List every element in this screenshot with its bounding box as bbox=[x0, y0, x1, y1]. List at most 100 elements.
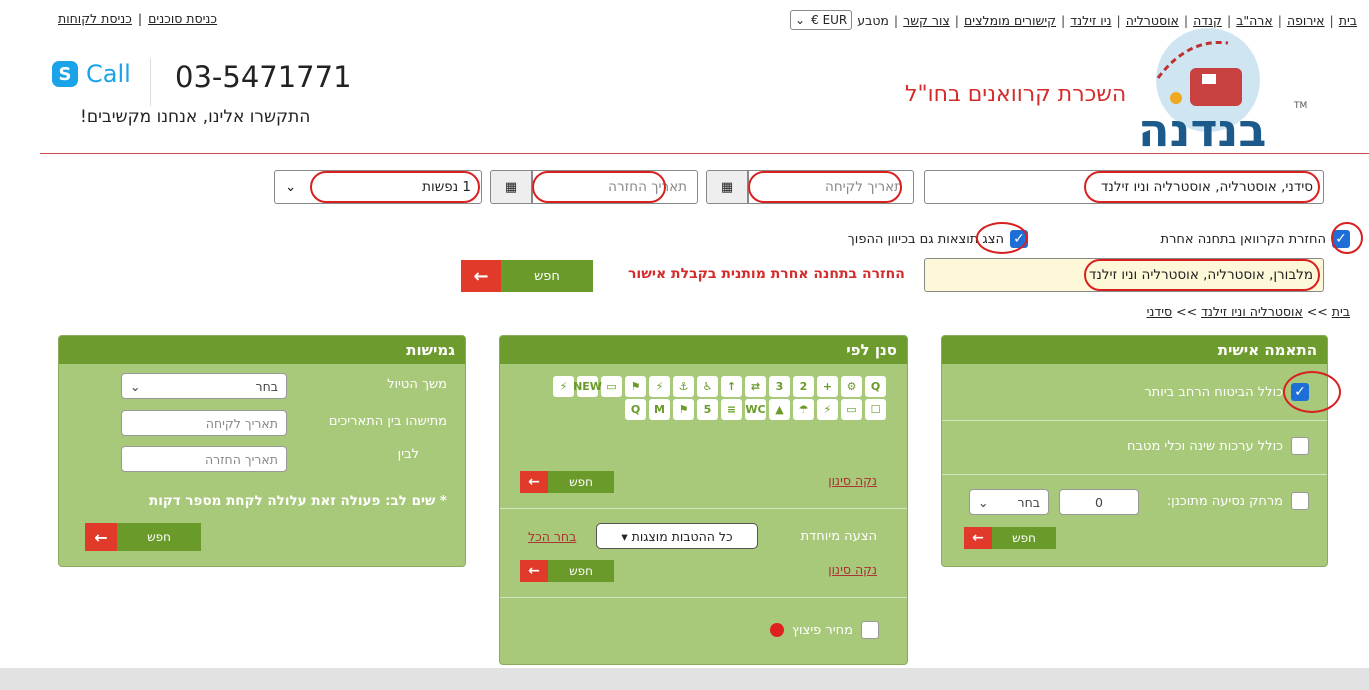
bomb-icon bbox=[770, 623, 784, 637]
feature-filter-icon[interactable]: NEW bbox=[573, 376, 602, 397]
feature-filter-icon[interactable]: ⚑ bbox=[673, 399, 694, 420]
feature-filter-icon[interactable]: + bbox=[817, 376, 838, 397]
account-links: כניסת לקוחות | כניסת סוכנים bbox=[58, 11, 218, 26]
hot-price-checkbox[interactable] bbox=[861, 621, 879, 639]
feature-filter-icon[interactable]: ▲ bbox=[769, 399, 790, 420]
show-reverse-checkbox[interactable]: ✓ bbox=[1010, 230, 1028, 248]
feature-filter-icon[interactable]: Q bbox=[625, 399, 646, 420]
flex-note: * שים לב: פעולה זאת עלולה לקחת מספר דקות bbox=[149, 493, 447, 509]
skype-call-button[interactable]: S Call bbox=[52, 60, 131, 88]
feature-filter-icon[interactable]: 5 bbox=[697, 399, 718, 420]
breadcrumb-region[interactable]: אוסטרליה וניו זילנד bbox=[1201, 304, 1303, 319]
feature-filter-icon[interactable]: ⚡ bbox=[817, 399, 838, 420]
agents-login-link[interactable]: כניסת סוכנים bbox=[148, 11, 217, 26]
special-search-label: חפש bbox=[548, 560, 614, 582]
bedding-option[interactable]: כולל ערכות שינה וכלי מטבח bbox=[1127, 437, 1309, 455]
trip-length-select[interactable]: בחר ⌄ bbox=[121, 373, 287, 399]
flex-return-date-input[interactable]: תאריך החזרה bbox=[121, 446, 287, 472]
feature-filter-icon[interactable]: ⚑ bbox=[625, 376, 646, 397]
bedding-label: כולל ערכות שינה וכלי מטבח bbox=[1127, 438, 1283, 454]
personal-panel-title: התאמה אישית bbox=[942, 336, 1327, 364]
header-divider bbox=[40, 153, 1369, 154]
pickup-date-placeholder: תאריך לקיחה bbox=[825, 179, 903, 195]
breadcrumb-separator: >> bbox=[1176, 304, 1198, 319]
nav-link-home[interactable]: בית bbox=[1339, 13, 1357, 28]
flex-search-button[interactable]: ← חפש bbox=[85, 523, 201, 551]
distance-unit-value: בחר bbox=[1017, 494, 1040, 510]
feature-filter-icon[interactable]: WC bbox=[745, 399, 766, 420]
distance-input[interactable]: 0 bbox=[1059, 489, 1139, 515]
flex-pickup-date-input[interactable]: תאריך לקיחה bbox=[121, 410, 287, 436]
breadcrumb-home[interactable]: בית bbox=[1332, 304, 1350, 319]
return-date-placeholder: תאריך החזרה bbox=[608, 179, 687, 195]
feature-filter-icon[interactable]: ☂ bbox=[793, 399, 814, 420]
distance-option: מרחק נסיעה מתוכנן: bbox=[1167, 492, 1309, 510]
and-label: לבין bbox=[397, 447, 419, 462]
return-date-input[interactable]: תאריך החזרה bbox=[532, 170, 698, 204]
return-other-checkbox[interactable]: ✓ bbox=[1332, 230, 1350, 248]
calendar-icon[interactable]: ▦ bbox=[706, 170, 748, 204]
feature-filter-icon[interactable]: ⚡ bbox=[553, 376, 574, 397]
nav-link-new-zealand[interactable]: ניו זילנד bbox=[1070, 13, 1111, 28]
bedding-checkbox[interactable] bbox=[1291, 437, 1309, 455]
special-offer-value: כל ההטבות מוצגות ▾ bbox=[621, 528, 733, 544]
feature-filter-icon[interactable]: ⚡ bbox=[649, 376, 670, 397]
breadcrumb-city[interactable]: סידני bbox=[1147, 304, 1173, 319]
feature-filter-icon[interactable]: Q bbox=[865, 376, 886, 397]
flex-search-label: חפש bbox=[117, 523, 201, 551]
feature-filter-icon[interactable]: ↑ bbox=[721, 376, 742, 397]
feature-filter-icon[interactable]: 3 bbox=[769, 376, 790, 397]
chevron-down-icon: ⌄ bbox=[978, 494, 989, 510]
feature-filter-icon[interactable]: ▭ bbox=[841, 399, 862, 420]
flex-return-placeholder: תאריך החזרה bbox=[205, 451, 278, 467]
feature-filter-icon[interactable]: ≡ bbox=[721, 399, 742, 420]
distance-value: 0 bbox=[1095, 494, 1103, 510]
logo[interactable]: בנדנה TM bbox=[1128, 18, 1338, 157]
select-all-link[interactable]: בחר הכל bbox=[528, 529, 576, 544]
feature-filter-icon[interactable]: ☐ bbox=[865, 399, 886, 420]
return-other-label: החזרת הקרוואן בתחנה אחרת bbox=[1160, 231, 1326, 247]
return-other-station-option[interactable]: ✓ החזרת הקרוואן בתחנה אחרת bbox=[1010, 230, 1350, 248]
pickup-location-value: סידני, אוסטרליה, אוסטרליה וניו זילנד bbox=[1101, 179, 1313, 195]
pickup-date-input[interactable]: תאריך לקיחה bbox=[748, 170, 914, 204]
show-reverse-option[interactable]: ✓ הצג תוצאות גם בכיוון ההפוך bbox=[700, 230, 1028, 248]
special-offer-select[interactable]: כל ההטבות מוצגות ▾ bbox=[596, 523, 758, 549]
filter-panel-title: סנן לפי bbox=[500, 336, 907, 364]
clear-filter-link[interactable]: נקה סינון bbox=[828, 473, 877, 488]
feature-filter-icon[interactable]: ⇄ bbox=[745, 376, 766, 397]
distance-unit-select[interactable]: בחר ⌄ bbox=[969, 489, 1049, 515]
full-insurance-option[interactable]: ✓ כולל הביטוח הרחב ביותר bbox=[1144, 383, 1309, 401]
between-dates-label: מתישהו בין התאריכים bbox=[328, 414, 447, 429]
feature-filter-icon[interactable]: ▭ bbox=[601, 376, 622, 397]
customer-login-link[interactable]: כניסת לקוחות bbox=[58, 11, 132, 26]
clear-filter-link-2[interactable]: נקה סינון bbox=[828, 562, 877, 577]
pickup-date-group: ▦ תאריך לקיחה bbox=[706, 170, 914, 204]
personal-panel: התאמה אישית ✓ כולל הביטוח הרחב ביותר כול… bbox=[941, 335, 1328, 567]
feature-filter-icon[interactable]: 2 bbox=[793, 376, 814, 397]
hot-price-label: מחיר פיצוץ bbox=[792, 622, 853, 638]
currency-label: מטבע bbox=[857, 12, 889, 28]
nav-link-recommended[interactable]: קישורים מומלצים bbox=[964, 13, 1056, 28]
site-tagline: השכרת קרוואנים בחו"ל bbox=[905, 82, 1127, 107]
approval-notice: החזרה בתחנה אחרת מותנית בקבלת אישור bbox=[628, 266, 905, 282]
full-insurance-checkbox[interactable]: ✓ bbox=[1291, 383, 1309, 401]
feature-filter-icon[interactable]: ⚓ bbox=[673, 376, 694, 397]
hot-price-option[interactable]: מחיר פיצוץ bbox=[770, 621, 879, 639]
pickup-location-input[interactable]: סידני, אוסטרליה, אוסטרליה וניו זילנד bbox=[924, 170, 1324, 204]
feature-filter-icon[interactable]: M bbox=[649, 399, 670, 420]
search-button[interactable]: ← חפש bbox=[461, 260, 593, 292]
personal-search-button[interactable]: ← חפש bbox=[964, 527, 1056, 549]
arrow-left-icon: ← bbox=[520, 560, 548, 582]
filter-search-button[interactable]: ← חפש bbox=[520, 471, 614, 493]
currency-select[interactable]: EUR € ⌄ bbox=[790, 10, 853, 30]
nav-link-contact[interactable]: צור קשר bbox=[903, 13, 950, 28]
chevron-down-icon: ⌄ bbox=[795, 13, 806, 27]
distance-checkbox[interactable] bbox=[1291, 492, 1309, 510]
feature-filter-icon[interactable]: ♿ bbox=[697, 376, 718, 397]
return-location-input[interactable]: מלבורן, אוסטרליה, אוסטרליה וניו זילנד bbox=[924, 258, 1324, 292]
passengers-select[interactable]: 1 נפשות ⌄ bbox=[274, 170, 482, 204]
personal-search-label: חפש bbox=[992, 527, 1056, 549]
special-search-button[interactable]: ← חפש bbox=[520, 560, 614, 582]
feature-filter-icon[interactable]: ⚙ bbox=[841, 376, 862, 397]
calendar-icon[interactable]: ▦ bbox=[490, 170, 532, 204]
